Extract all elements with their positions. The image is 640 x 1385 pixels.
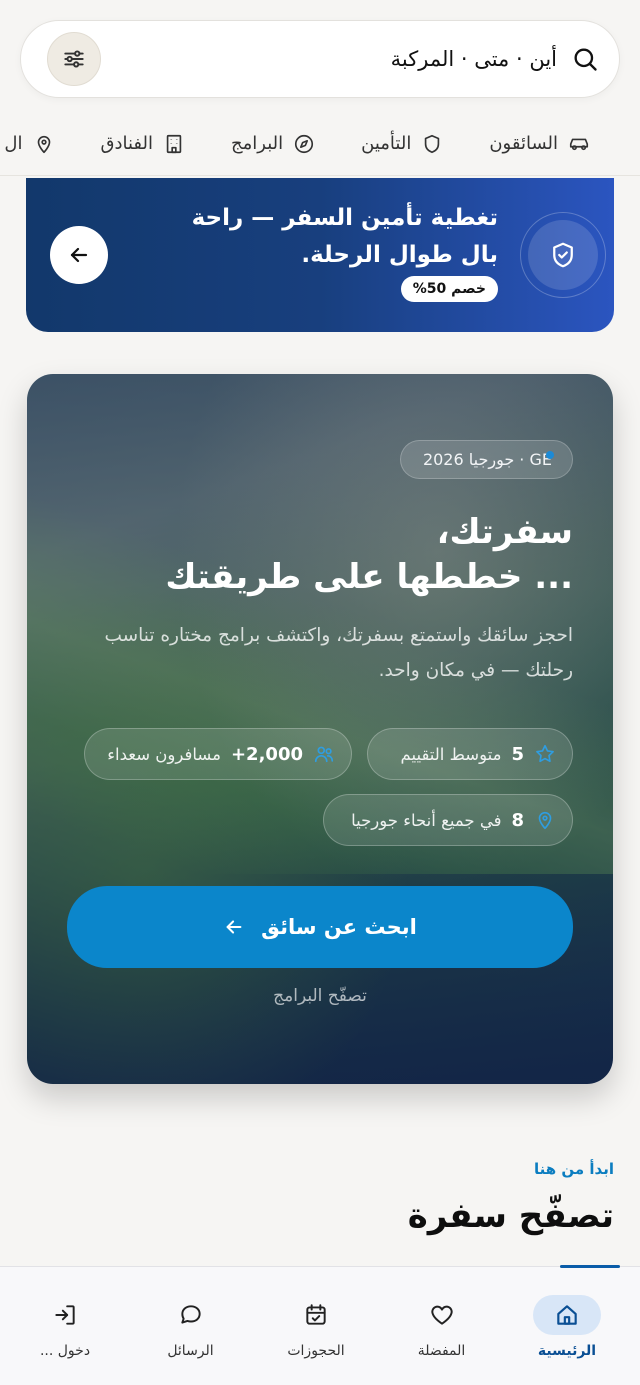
- stat-travelers: +2,000 مسافرون سعداء: [84, 728, 352, 780]
- category-hotels[interactable]: الفنادق: [101, 133, 186, 155]
- bottom-nav: الرئيسية المفضلة الحجوزات الرسائل دخول .…: [0, 1265, 640, 1385]
- hero-subtitle: احجز سائقك واستمتع بسفرتك، واكتشف برامج …: [104, 625, 573, 682]
- arrow-left-icon: [67, 243, 91, 267]
- shield-icon: [421, 133, 443, 155]
- category-programs[interactable]: البرامج: [231, 133, 315, 155]
- nav-login[interactable]: دخول ...: [6, 1267, 124, 1385]
- promo-icon-ring: [520, 212, 606, 298]
- cta-label: ابحث عن سائق: [261, 915, 417, 939]
- hero-title-line1: سفرتك،: [436, 512, 573, 552]
- hero-title: سفرتك، ... خططها على طريقتك: [93, 510, 573, 600]
- hero-card: GE · جورجيا 2026 سفرتك، ... خططها على طر…: [27, 374, 613, 1084]
- filter-button[interactable]: [47, 32, 101, 86]
- category-nav: السائقون التأمين البرامج الفنادق ال: [0, 112, 640, 176]
- nav-label: الرسائل: [167, 1343, 214, 1359]
- stat-value: +2,000: [230, 743, 303, 765]
- stat-rating: 5 متوسط التقييم: [367, 728, 573, 780]
- building-icon: [163, 133, 185, 155]
- nav-messages[interactable]: الرسائل: [132, 1267, 250, 1385]
- browse-programs-link[interactable]: تصفّح البرامج: [27, 986, 613, 1006]
- category-label: البرامج: [231, 133, 284, 154]
- category-label: الفنادق: [100, 133, 154, 154]
- location-year-chip: GE · جورجيا 2026: [399, 440, 573, 479]
- home-icon: [554, 1302, 580, 1328]
- stat-label: مسافرون سعداء: [107, 744, 221, 764]
- arrow-left-icon: [223, 916, 245, 938]
- insurance-promo-banner[interactable]: تغطية تأمين السفر — راحة بال طوال الرحلة…: [26, 178, 614, 332]
- stat-label: متوسط التقييم: [400, 744, 502, 764]
- nav-home[interactable]: الرئيسية: [508, 1267, 626, 1385]
- active-indicator: [560, 1265, 620, 1268]
- search-text: أين · متى · المركبة: [390, 47, 557, 71]
- heart-icon: [429, 1302, 455, 1328]
- category-label: ال: [4, 133, 23, 154]
- find-driver-button[interactable]: ابحث عن سائق: [67, 886, 573, 968]
- nav-bookings[interactable]: الحجوزات: [257, 1267, 375, 1385]
- car-icon: [568, 133, 590, 155]
- section-title: تصفّح سفرة: [407, 1196, 614, 1236]
- star-icon: [534, 743, 556, 765]
- calendar-check-icon: [303, 1302, 329, 1328]
- promo-title: تغطية تأمين السفر — راحة بال طوال الرحلة…: [191, 205, 498, 268]
- category-drivers[interactable]: السائقون: [489, 133, 590, 155]
- status-dot: [546, 451, 554, 459]
- discount-badge: خصم 50%: [400, 276, 498, 302]
- nav-label: الحجوزات: [287, 1343, 345, 1359]
- nav-label: دخول ...: [39, 1343, 91, 1359]
- users-icon: [313, 743, 335, 765]
- nav-label: المفضلة: [417, 1343, 466, 1359]
- category-locations[interactable]: ال: [4, 133, 54, 155]
- section-eyebrow: ابدأ من هنا: [534, 1160, 614, 1178]
- location-pin-icon: [534, 809, 556, 831]
- search-icon: [571, 45, 599, 73]
- login-icon: [52, 1302, 78, 1328]
- category-label: السائقون: [489, 133, 558, 154]
- nav-favorites[interactable]: المفضلة: [383, 1267, 501, 1385]
- stat-locations: 8 في جميع أنحاء جورجيا: [323, 794, 573, 846]
- category-label: التأمين: [361, 133, 412, 154]
- promo-arrow-button[interactable]: [50, 226, 108, 284]
- sliders-icon: [61, 46, 87, 72]
- chat-bubble-icon: [178, 1302, 204, 1328]
- nav-label: الرئيسية: [537, 1343, 597, 1359]
- compass-icon: [293, 133, 315, 155]
- stat-value: 8: [511, 809, 524, 831]
- search-bar[interactable]: أين · متى · المركبة: [20, 20, 620, 98]
- location-pin-icon: [33, 133, 55, 155]
- category-insurance[interactable]: التأمين: [361, 133, 443, 155]
- stat-value: 5: [511, 743, 524, 765]
- stat-label: في جميع أنحاء جورجيا: [351, 810, 502, 830]
- hero-title-line2: ... خططها على طريقتك: [165, 556, 573, 597]
- chip-label: GE · جورجيا 2026: [422, 450, 552, 469]
- shield-check-icon: [548, 240, 578, 270]
